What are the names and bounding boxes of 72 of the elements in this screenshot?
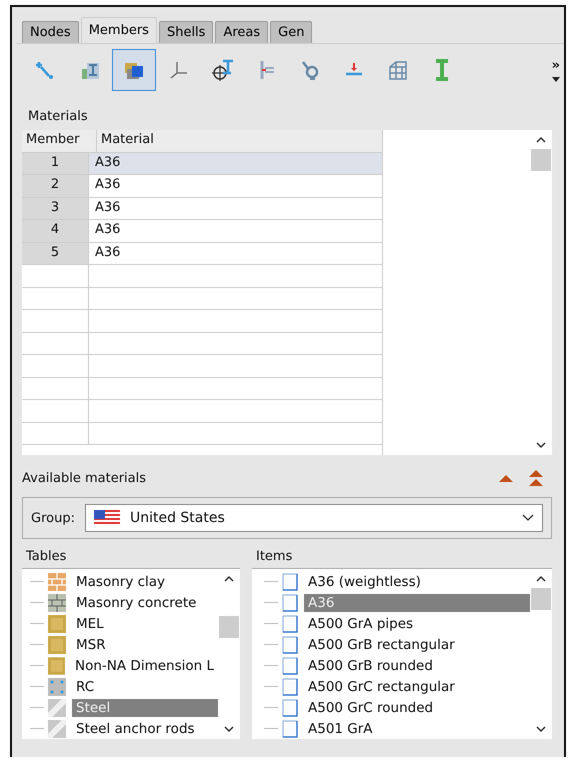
- column-header[interactable]: Member: [22, 130, 97, 152]
- tab[interactable]: Areas: [215, 21, 268, 43]
- list-item[interactable]: A500 GrC rectangular: [304, 678, 530, 696]
- row-number: 2: [22, 175, 89, 196]
- list-item[interactable]: Steel anchor rods: [72, 720, 218, 738]
- move-to-top-icon[interactable]: [528, 469, 544, 487]
- list-item[interactable]: RC: [72, 678, 218, 696]
- table-cell-text: A36: [94, 244, 122, 262]
- list-item[interactable]: MSR: [72, 636, 218, 654]
- table-row[interactable]: 1 A36: [22, 152, 382, 175]
- document-icon: [282, 698, 298, 716]
- scroll-down-icon[interactable]: [536, 726, 546, 733]
- list-item[interactable]: A500 GrC rounded: [304, 698, 530, 716]
- tab[interactable]: Members: [80, 17, 157, 43]
- wood-icon: [48, 636, 66, 654]
- document-icon: [282, 656, 298, 674]
- tab[interactable]: Shells: [158, 21, 214, 43]
- list-item[interactable]: A36 (weightless): [304, 572, 530, 590]
- scroll-up-icon[interactable]: [536, 575, 546, 582]
- table-row[interactable]: 5 A36: [22, 242, 382, 265]
- scroll-thumb[interactable]: [531, 149, 551, 171]
- table-row[interactable]: 3 A36: [22, 198, 382, 220]
- table-cell-text: A36: [94, 176, 122, 194]
- list-item[interactable]: A501 GrA: [304, 720, 530, 738]
- steel-plate-icon: [48, 698, 66, 716]
- overflow-chevron[interactable]: »: [552, 58, 560, 73]
- brick-icon: [48, 572, 66, 590]
- row-number: 3: [22, 198, 89, 219]
- scroll-up-icon[interactable]: [536, 136, 546, 143]
- list-item[interactable]: A500 GrA pipes: [304, 614, 530, 632]
- list-item[interactable]: A500 GrB rectangular: [304, 636, 530, 654]
- chevron-down-icon: [522, 514, 534, 522]
- brick-icon: [48, 594, 66, 612]
- section-title: Materials: [27, 108, 89, 126]
- tab[interactable]: Gen: [270, 21, 312, 43]
- row-number: 5: [22, 242, 89, 264]
- flag-icon: [94, 510, 120, 526]
- move-up-icon[interactable]: [498, 473, 514, 483]
- steel-plate-icon: [48, 720, 66, 738]
- table-row[interactable]: 4 A36: [22, 220, 382, 242]
- toolbar-button[interactable]: [112, 49, 156, 91]
- scroll-up-icon[interactable]: [224, 575, 234, 582]
- field-label: Group:: [31, 510, 75, 526]
- list-item[interactable]: Non-NA Dimension L: [71, 656, 218, 674]
- document-icon: [282, 678, 298, 696]
- document-icon: [282, 572, 298, 590]
- row-number: 1: [22, 152, 89, 174]
- row-number: 4: [22, 220, 89, 242]
- document-icon: [282, 636, 298, 654]
- section-title: Available materials: [22, 470, 146, 486]
- list-item[interactable]: MEL: [72, 614, 218, 632]
- list-item[interactable]: Masonry clay: [72, 572, 218, 590]
- scroll-down-icon[interactable]: [224, 726, 234, 733]
- scroll-thumb[interactable]: [219, 616, 239, 638]
- table-cell-text: A36: [94, 221, 122, 239]
- wood-icon: [48, 656, 66, 674]
- document-icon: [282, 614, 298, 632]
- group-dropdown[interactable]: United States: [84, 504, 543, 532]
- scroll-thumb[interactable]: [531, 588, 551, 610]
- crosshair-beam-icon: [209, 57, 235, 83]
- tab[interactable]: Nodes: [22, 21, 79, 43]
- document-icon: [282, 594, 298, 612]
- dropdown-caret-icon[interactable]: [552, 77, 560, 82]
- column-header[interactable]: Material: [97, 130, 382, 152]
- concrete-icon: [48, 678, 66, 696]
- table-row[interactable]: 2 A36: [22, 175, 382, 198]
- table-cell: A36: [89, 152, 382, 174]
- scroll-down-icon[interactable]: [536, 442, 546, 449]
- table-cell-text: A36: [94, 198, 122, 216]
- list-item[interactable]: Masonry concrete: [72, 594, 218, 612]
- wood-icon: [48, 614, 66, 632]
- list-item[interactable]: A500 GrB rounded: [304, 656, 530, 674]
